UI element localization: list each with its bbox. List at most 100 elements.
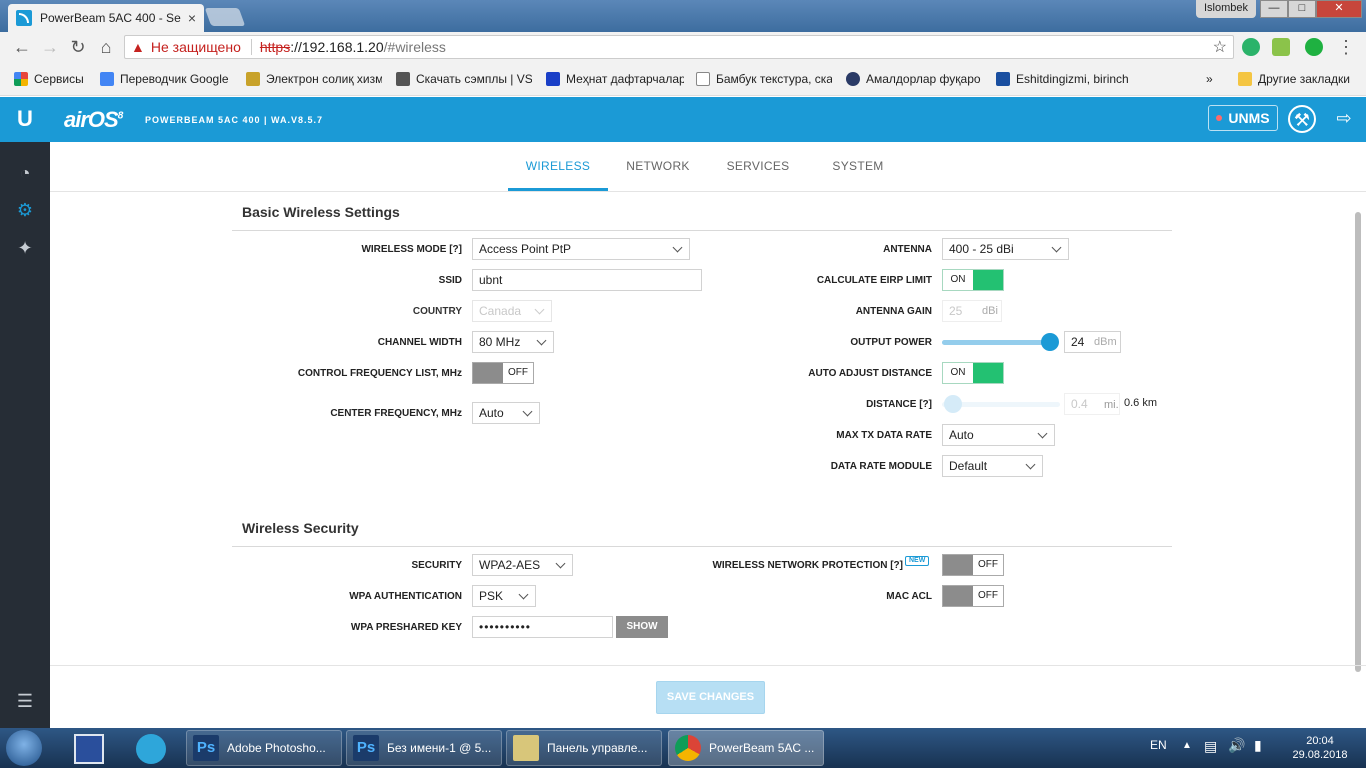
bookmark-labor[interactable]: Меҳнат дафтарчалар [546, 71, 684, 87]
photoshop-icon: Ps [193, 735, 219, 761]
control-frequency-toggle[interactable]: OFF [472, 362, 534, 384]
start-button[interactable] [6, 730, 42, 766]
bookmark-google-translate[interactable]: Переводчик Google [100, 71, 240, 87]
system-clock[interactable]: 20:04 29.08.2018 [1290, 734, 1350, 762]
url-host: ://192.168.1.20 [290, 39, 384, 55]
taskbar-item-label: PowerBeam 5AC ... [709, 741, 815, 755]
wireless-network-protection-label[interactable]: WIRELESS NETWORK PROTECTION [?] [712, 560, 903, 571]
security-warning[interactable]: Не защищено [151, 39, 241, 55]
download-extension-icon[interactable] [1272, 38, 1290, 56]
max-tx-rate-select[interactable]: Auto [942, 424, 1055, 446]
ubiquiti-logo[interactable]: U [14, 108, 36, 130]
home-icon[interactable]: ⌂ [96, 37, 116, 57]
minimize-button[interactable]: — [1260, 0, 1288, 18]
browser-tab[interactable]: PowerBeam 5AC 400 - Se × [8, 4, 204, 32]
security-select[interactable]: WPA2-AES [472, 554, 573, 576]
wifi-favicon-icon [16, 10, 32, 26]
shield-extension-icon[interactable] [1242, 38, 1260, 56]
network-icon[interactable]: ▤ [1204, 738, 1217, 768]
brand-name: airOS [64, 107, 119, 132]
taskbar-item-chrome[interactable]: PowerBeam 5AC ... [668, 730, 824, 766]
antenna-select[interactable]: 400 - 25 dBi [942, 238, 1069, 260]
data-rate-module-select[interactable]: Default [942, 455, 1043, 477]
toggle-off-handle [473, 363, 503, 383]
center-frequency-select[interactable]: Auto [472, 402, 540, 424]
wireless-mode-select[interactable]: Access Point PtP [472, 238, 690, 260]
check-extension-icon[interactable] [1305, 38, 1323, 56]
dashboard-gauge-icon[interactable]: ◔ [14, 162, 36, 184]
auto-adjust-distance-label: AUTO ADJUST DISTANCE [808, 368, 932, 379]
new-tab-button[interactable] [204, 8, 246, 26]
url-input[interactable]: ▲ Не защищено https ://192.168.1.20 /#wi… [124, 35, 1234, 59]
toggle-state: ON [943, 270, 973, 290]
basic-settings-title: Basic Wireless Settings [242, 204, 400, 220]
bookmark-samples[interactable]: Скачать сэмплы | VS [396, 71, 532, 87]
bookmark-eshitdingizmi[interactable]: Eshitdingizmi, birinch [996, 71, 1132, 87]
mac-acl-toggle[interactable]: OFF [942, 585, 1004, 607]
calculate-eirp-toggle[interactable]: ON [942, 269, 1004, 291]
wpa-key-input[interactable]: •••••••••• [472, 616, 613, 638]
logout-icon[interactable]: ⇨ [1330, 105, 1358, 133]
unms-button[interactable]: UNMS [1208, 105, 1278, 131]
wpa-authentication-select[interactable]: PSK [472, 585, 536, 607]
battery-icon[interactable]: ▮ [1254, 737, 1262, 768]
ssid-input[interactable]: ubnt [472, 269, 702, 291]
settings-gear-icon[interactable]: ⚙ [14, 199, 36, 221]
bookmark-label: Переводчик Google [120, 72, 229, 86]
unms-label: UNMS [1228, 110, 1270, 126]
bookmark-label: Меҳнат дафтарчалар [566, 72, 684, 86]
distance-km: 0.6 km [1124, 397, 1158, 409]
back-icon[interactable]: ← [12, 37, 32, 57]
tab-services[interactable]: SERVICES [708, 142, 808, 191]
window-user-label: Islombek [1196, 0, 1256, 18]
taskbar-item-photoshop-doc[interactable]: Ps Без имени-1 @ 5... [346, 730, 502, 766]
channel-width-select[interactable]: 80 MHz [472, 331, 554, 353]
magic-wand-icon[interactable]: ✦ [14, 237, 36, 259]
divider [232, 230, 1172, 231]
wireless-mode-label[interactable]: WIRELESS MODE [?] [361, 244, 462, 255]
taskbar-item-photoshop[interactable]: Ps Adobe Photosho... [186, 730, 342, 766]
airos-logo: airOS8 [64, 107, 123, 133]
bookmark-label: Сервисы [34, 72, 84, 86]
volume-icon[interactable]: 🔊 [1228, 737, 1245, 768]
forward-icon[interactable]: → [40, 37, 60, 57]
bookmark-tax[interactable]: Электрон солиқ хизм [246, 71, 382, 87]
save-pinned-icon[interactable] [62, 731, 116, 765]
tab-wireless[interactable]: WIRELESS [508, 142, 608, 191]
bookmark-officials[interactable]: Амалдорлар фуқаро [846, 71, 984, 87]
tab-network[interactable]: NETWORK [608, 142, 708, 191]
tools-icon[interactable]: ⚒ [1288, 105, 1316, 133]
tab-close-icon[interactable]: × [188, 10, 196, 26]
save-changes-button[interactable]: SAVE CHANGES [656, 681, 765, 714]
toggle-on-handle [973, 270, 1003, 290]
wireless-network-protection-toggle[interactable]: OFF [942, 554, 1004, 576]
log-icon[interactable]: ☰ [14, 690, 36, 712]
tray-expand-icon[interactable]: ▲ [1182, 740, 1192, 768]
telegram-pinned-icon[interactable] [124, 731, 178, 765]
toggle-off-handle [943, 555, 973, 575]
language-indicator[interactable]: EN [1150, 738, 1167, 768]
reload-icon[interactable]: ↻ [68, 37, 88, 57]
auto-adjust-distance-toggle[interactable]: ON [942, 362, 1004, 384]
menu-icon[interactable]: ⋮ [1336, 37, 1356, 57]
taskbar-item-control-panel[interactable]: Панель управле... [506, 730, 662, 766]
toggle-state: ON [943, 363, 973, 383]
bookmark-apps[interactable]: Сервисы [14, 71, 92, 87]
other-bookmarks-label: Другие закладки [1258, 72, 1350, 86]
distance-label[interactable]: DISTANCE [?] [866, 399, 932, 410]
divider [232, 546, 1172, 547]
bookmark-bamboo[interactable]: Бамбук текстура, ска [696, 71, 832, 87]
maximize-button[interactable]: □ [1288, 0, 1316, 18]
tab-system[interactable]: SYSTEM [808, 142, 908, 191]
bookmarks-more-button[interactable]: » [1206, 71, 1220, 87]
toggle-state: OFF [503, 363, 533, 383]
output-power-slider[interactable] [942, 333, 1060, 351]
bookmark-label: Амалдорлар фуқаро [866, 72, 981, 86]
show-key-button[interactable]: SHOW [616, 616, 668, 638]
chrome-icon [675, 735, 701, 761]
other-bookmarks[interactable]: Другие закладки [1238, 71, 1358, 87]
scrollbar[interactable] [1355, 212, 1361, 672]
close-window-button[interactable]: ✕ [1316, 0, 1362, 18]
output-power-knob[interactable] [1041, 333, 1060, 351]
bookmark-star-icon[interactable]: ☆ [1213, 37, 1227, 57]
